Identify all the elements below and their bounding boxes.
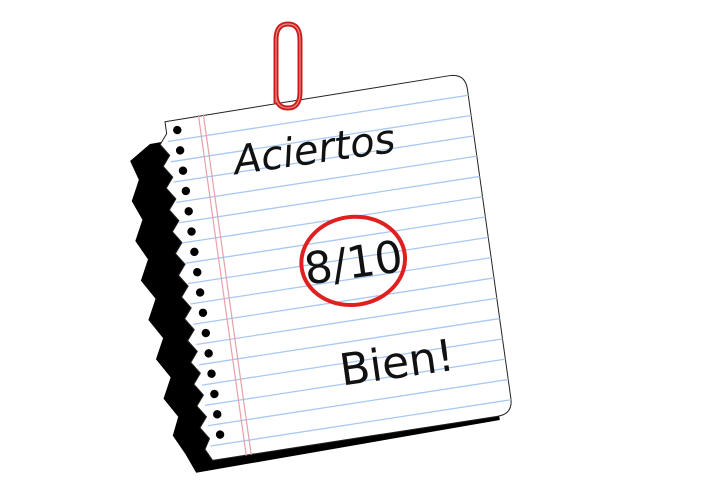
paperclip-icon bbox=[273, 21, 303, 111]
notebook-scene: Aciertos 8/10 Bien! bbox=[130, 21, 512, 473]
